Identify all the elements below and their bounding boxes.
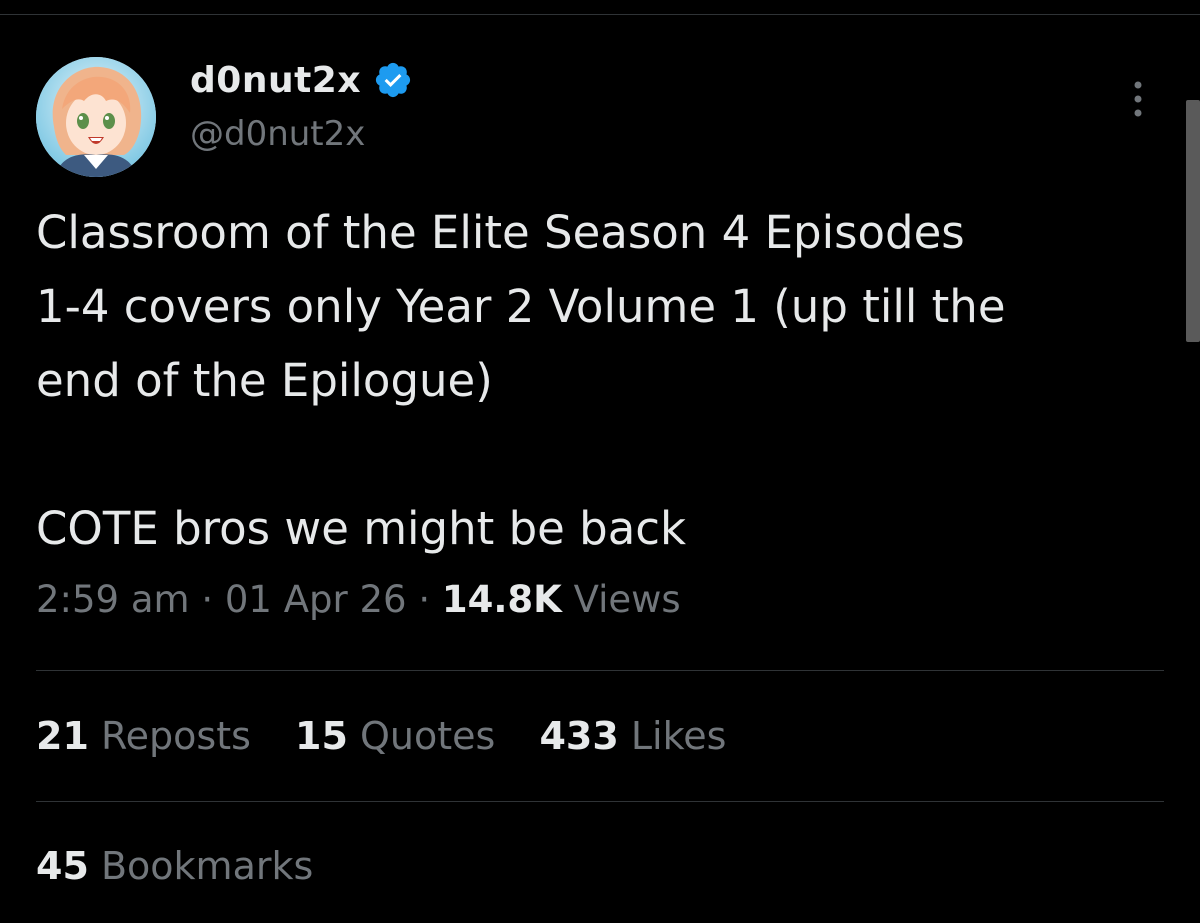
divider (36, 670, 1164, 671)
tweet-meta: 2:59 am · 01 Apr 26 · 14.8K Views (36, 578, 681, 621)
tweet-time[interactable]: 2:59 am (36, 578, 190, 621)
quotes-label: Quotes (360, 714, 496, 758)
likes-label: Likes (630, 714, 727, 758)
likes-stat[interactable]: 433 Likes (539, 714, 726, 758)
verified-badge-icon[interactable] (373, 60, 413, 100)
scrollbar[interactable] (1186, 100, 1200, 342)
quotes-count: 15 (295, 714, 348, 758)
views-count: 14.8K (441, 578, 562, 621)
avatar[interactable] (36, 57, 156, 177)
author-name-row[interactable]: d0nut2x (190, 58, 413, 102)
meta-separator: · (418, 578, 431, 621)
author-handle[interactable]: @d0nut2x (190, 114, 365, 154)
reposts-stat[interactable]: 21 Reposts (36, 714, 251, 758)
views-label: Views (573, 578, 681, 621)
bookmarks-count: 45 (36, 844, 89, 888)
quotes-stat[interactable]: 15 Quotes (295, 714, 495, 758)
engagement-stats: 21 Reposts 15 Quotes 433 Likes (36, 714, 758, 758)
tweet-date[interactable]: 01 Apr 26 (225, 578, 407, 621)
more-options-icon[interactable] (1126, 78, 1150, 120)
author-display-name[interactable]: d0nut2x (190, 60, 361, 101)
bookmarks-stat[interactable]: 45 Bookmarks (36, 844, 313, 888)
bookmarks-label: Bookmarks (100, 844, 314, 888)
anime-avatar-icon (36, 57, 156, 177)
tweet-text: Classroom of the Elite Season 4 Episodes… (36, 206, 1006, 555)
divider (36, 801, 1164, 802)
reposts-count: 21 (36, 714, 89, 758)
tweet: d0nut2x @d0nut2x Classroom of the Elite … (0, 0, 1200, 923)
meta-separator: · (201, 578, 214, 621)
likes-count: 433 (539, 714, 619, 758)
reposts-label: Reposts (100, 714, 251, 758)
